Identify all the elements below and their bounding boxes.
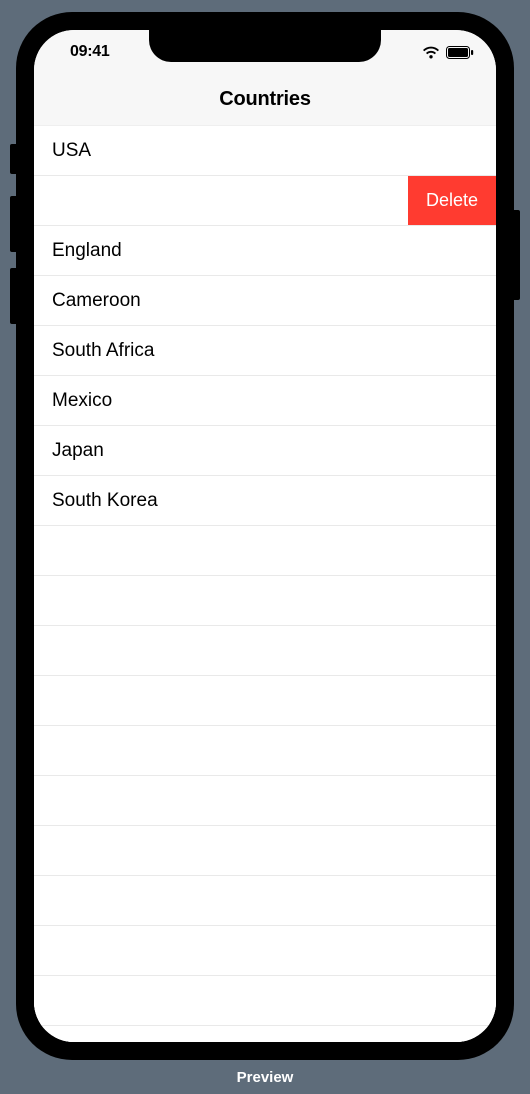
countries-list[interactable]: USA CanadaDelete England Cameroon South Afri… [34, 126, 496, 1042]
list-item [34, 726, 496, 776]
list-item [34, 676, 496, 726]
list-item-label: Japan [52, 440, 104, 462]
list-item[interactable]: Cameroon [34, 276, 496, 326]
list-item [34, 1026, 496, 1042]
battery-icon [446, 46, 474, 59]
list-item [34, 576, 496, 626]
status-icons [422, 46, 474, 59]
list-item-label: USA [52, 140, 91, 162]
list-item-label: South Korea [52, 490, 158, 512]
list-item[interactable]: USA [34, 126, 496, 176]
list-item[interactable]: South Africa [34, 326, 496, 376]
list-item [34, 526, 496, 576]
phone-frame: 09:41 Countries USACan [16, 12, 514, 1060]
list-item [34, 926, 496, 976]
list-item [34, 626, 496, 676]
list-item[interactable]: Mexico [34, 376, 496, 426]
list-item-label: England [52, 240, 122, 262]
list-item-label: Mexico [52, 390, 112, 412]
list-item [34, 826, 496, 876]
delete-button[interactable]: Delete [408, 176, 496, 225]
page-title: Countries [219, 88, 311, 111]
list-item[interactable]: Japan [34, 426, 496, 476]
list-item-label: South Africa [52, 340, 154, 362]
list-item [34, 876, 496, 926]
nav-bar: Countries [34, 74, 496, 126]
list-item [34, 976, 496, 1026]
list-item [34, 776, 496, 826]
status-time: 09:41 [70, 43, 109, 61]
list-item[interactable]: CanadaDelete [34, 176, 496, 226]
list-item[interactable]: England [34, 226, 496, 276]
phone-screen: 09:41 Countries USACan [34, 30, 496, 1042]
list-item[interactable]: South Korea [34, 476, 496, 526]
notch [149, 30, 381, 62]
list-item-label: Cameroon [52, 290, 141, 312]
wifi-icon [422, 46, 440, 59]
preview-label: Preview [0, 1069, 530, 1086]
